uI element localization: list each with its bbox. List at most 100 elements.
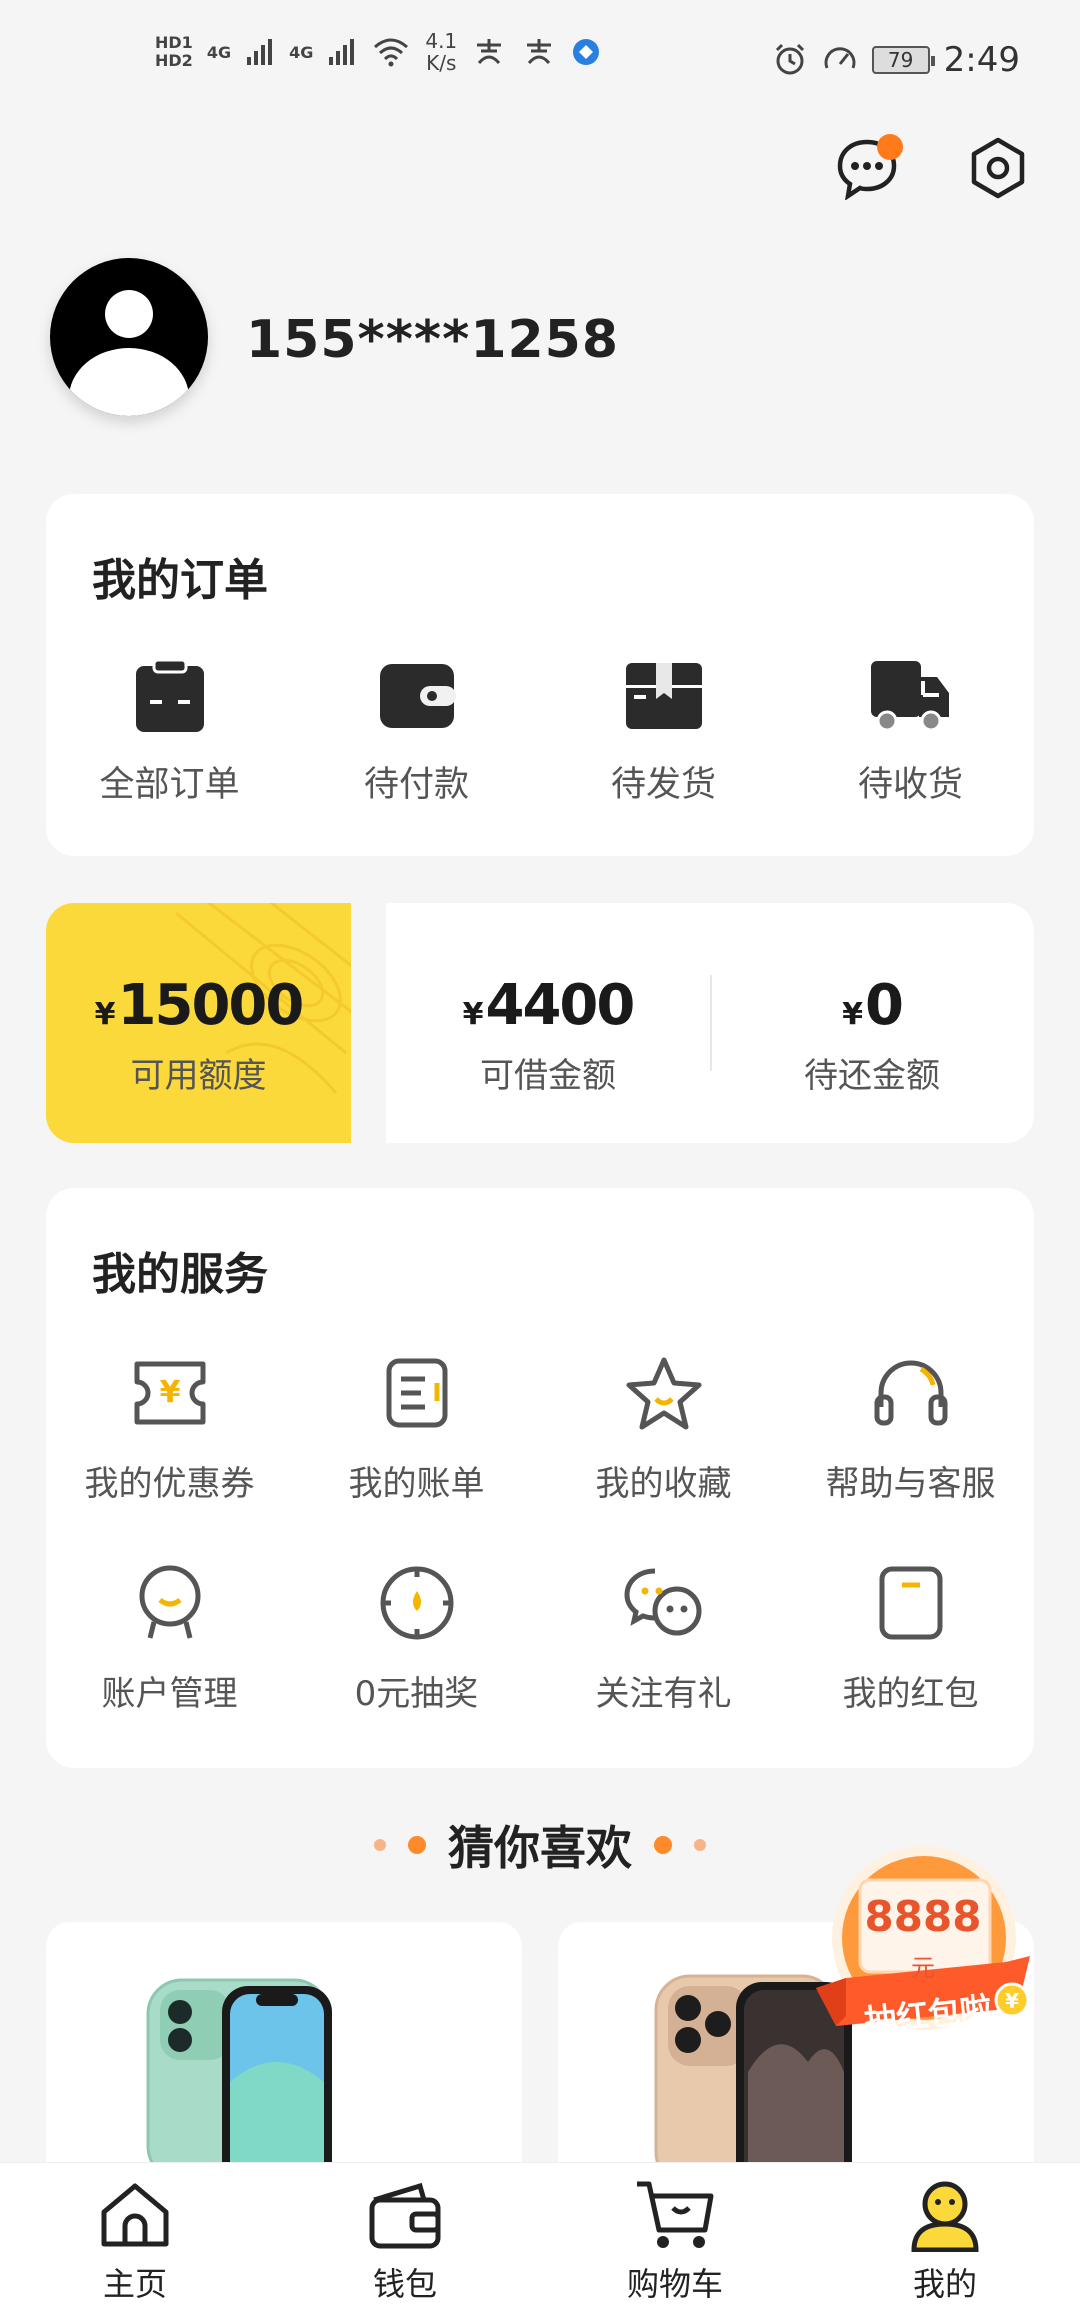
credit-label: 可用额度 (130, 1056, 267, 1096)
service-bills-label: 我的账单 (348, 1464, 485, 1504)
service-follow-label: 关注有礼 (595, 1674, 732, 1714)
services-card: 我的服务 ¥ 我的优惠券 我的账单 我的收藏 帮助与客服 账户管理 0元抽奖 关… (46, 1188, 1034, 1768)
credit-limit-card[interactable]: ¥ 15000 可用额度 (46, 903, 351, 1143)
nav-cart[interactable]: 购物车 (540, 2163, 810, 2310)
service-favorites-label: 我的收藏 (595, 1464, 732, 1504)
order-pending-receive-label: 待收货 (857, 765, 963, 805)
product-card[interactable] (46, 1922, 522, 2162)
service-help[interactable]: 帮助与客服 (787, 1348, 1034, 1505)
orders-card: 我的订单 全部订单 待付款 待发货 待收货 (46, 494, 1034, 856)
borrowable-amount[interactable]: ¥ 4400 可借金额 (386, 973, 710, 1097)
signal-2-icon (329, 39, 355, 65)
service-account-label: 账户管理 (101, 1674, 238, 1714)
service-favorites[interactable]: 我的收藏 (540, 1348, 787, 1505)
phone-green-image (146, 1978, 332, 2162)
speedometer-icon (824, 47, 856, 69)
profile-icon (905, 2175, 985, 2255)
orders-grid: 全部订单 待付款 待发货 待收货 (46, 654, 1034, 807)
avatar[interactable] (50, 258, 208, 416)
settings-icon[interactable] (966, 136, 1030, 200)
order-all-label: 全部订单 (99, 765, 240, 805)
nav-cart-label: 购物车 (626, 2265, 723, 2303)
truck-icon (869, 654, 953, 738)
alarm-icon (775, 43, 804, 75)
credit-yen: ¥ (94, 997, 116, 1032)
order-all[interactable]: 全部订单 (46, 654, 293, 807)
svg-text:¥: ¥ (159, 1375, 180, 1410)
red-packet-amount: 8888 (864, 1892, 982, 1941)
lottery-icon (372, 1558, 462, 1648)
borrowable-yen: ¥ (462, 997, 484, 1032)
credit-amount: ¥ 15000 (46, 973, 351, 1038)
service-coupons[interactable]: ¥ 我的优惠券 (46, 1348, 293, 1505)
service-coupons-label: 我的优惠券 (84, 1464, 255, 1504)
order-pending-payment-label: 待付款 (363, 765, 469, 805)
network-2-label: 4G (289, 42, 314, 62)
order-pending-payment[interactable]: 待付款 (293, 654, 540, 807)
status-bar: HD1 HD2 4G 4G 4.1 K/s 79 2:49 (0, 0, 1080, 120)
net-speed-value: 4.1 (425, 29, 458, 53)
decor-dot (408, 1836, 426, 1854)
alipay-icon (477, 39, 502, 65)
bill-icon (372, 1348, 462, 1438)
notification-dot (877, 134, 903, 160)
status-time: 2:49 (943, 40, 1020, 80)
user-phone[interactable]: 155****1258 (246, 310, 619, 370)
finance-card: ¥ 4400 可借金额 ¥ 0 待还金额 (386, 903, 1034, 1143)
battery-indicator: 79 (871, 46, 935, 74)
services-title: 我的服务 (92, 1249, 268, 1300)
star-icon (619, 1348, 709, 1438)
nav-profile[interactable]: 我的 (810, 2163, 1080, 2310)
wifi-icon (374, 38, 409, 67)
wechat-icon (619, 1558, 709, 1648)
services-row-1: ¥ 我的优惠券 我的账单 我的收藏 帮助与客服 (46, 1348, 1034, 1505)
decor-dot (374, 1839, 386, 1851)
service-follow[interactable]: 关注有礼 (540, 1558, 787, 1715)
service-bills[interactable]: 我的账单 (293, 1348, 540, 1505)
account-icon (125, 1558, 215, 1648)
hd-indicators: HD1 HD2 (155, 34, 193, 70)
wallet-icon (375, 654, 459, 738)
order-pending-receive[interactable]: 待收货 (787, 654, 1034, 807)
recommend-title: 猜你喜欢 (448, 1821, 632, 1875)
service-lottery-label: 0元抽奖 (354, 1674, 479, 1714)
borrowable-label: 可借金额 (480, 1056, 616, 1096)
borrowable-amount-row: ¥ 4400 (386, 973, 710, 1038)
service-account[interactable]: 账户管理 (46, 1558, 293, 1715)
repay-yen: ¥ (842, 997, 863, 1032)
red-packet-unit: 元 (911, 1954, 935, 1982)
alipay-icon (527, 39, 552, 65)
signal-1-icon (247, 39, 273, 65)
bottom-nav: 主页 钱包 购物车 我的 (0, 2162, 1080, 2310)
red-envelope-icon (866, 1558, 956, 1648)
order-pending-ship[interactable]: 待发货 (540, 654, 787, 807)
decor-dot (654, 1836, 672, 1854)
repay-amount[interactable]: ¥ 0 待还金额 (710, 973, 1034, 1097)
service-help-label: 帮助与客服 (825, 1464, 996, 1504)
network-1-label: 4G (206, 42, 232, 62)
net-speed: 4.1 K/s (425, 30, 457, 74)
headset-icon (866, 1348, 956, 1438)
status-left: HD1 HD2 4G 4G 4.1 K/s (155, 30, 601, 74)
nav-home[interactable]: 主页 (0, 2163, 270, 2310)
default-avatar-icon (69, 290, 189, 416)
nav-wallet[interactable]: 钱包 (270, 2163, 540, 2310)
nav-wallet-label: 钱包 (372, 2265, 437, 2303)
nav-home-label: 主页 (102, 2265, 167, 2303)
clipboard-icon (128, 654, 212, 738)
service-red-envelope-label: 我的红包 (842, 1674, 979, 1714)
service-red-envelope[interactable]: 我的红包 (787, 1558, 1034, 1715)
status-right: 79 2:49 (772, 40, 1020, 80)
net-speed-unit: K/s (426, 51, 457, 75)
hd2-label: HD2 (155, 51, 193, 70)
service-lottery[interactable]: 0元抽奖 (293, 1558, 540, 1715)
repay-amount-value: 0 (864, 973, 904, 1038)
home-icon (95, 2175, 175, 2255)
repay-label: 待还金额 (804, 1056, 940, 1096)
wallet-icon (365, 2175, 445, 2255)
decor-dot (694, 1839, 706, 1851)
services-row-2: 账户管理 0元抽奖 关注有礼 我的红包 (46, 1558, 1034, 1715)
hd1-label: HD1 (155, 33, 193, 52)
credit-amount-value: 15000 (117, 973, 305, 1038)
cart-icon (635, 2175, 715, 2255)
